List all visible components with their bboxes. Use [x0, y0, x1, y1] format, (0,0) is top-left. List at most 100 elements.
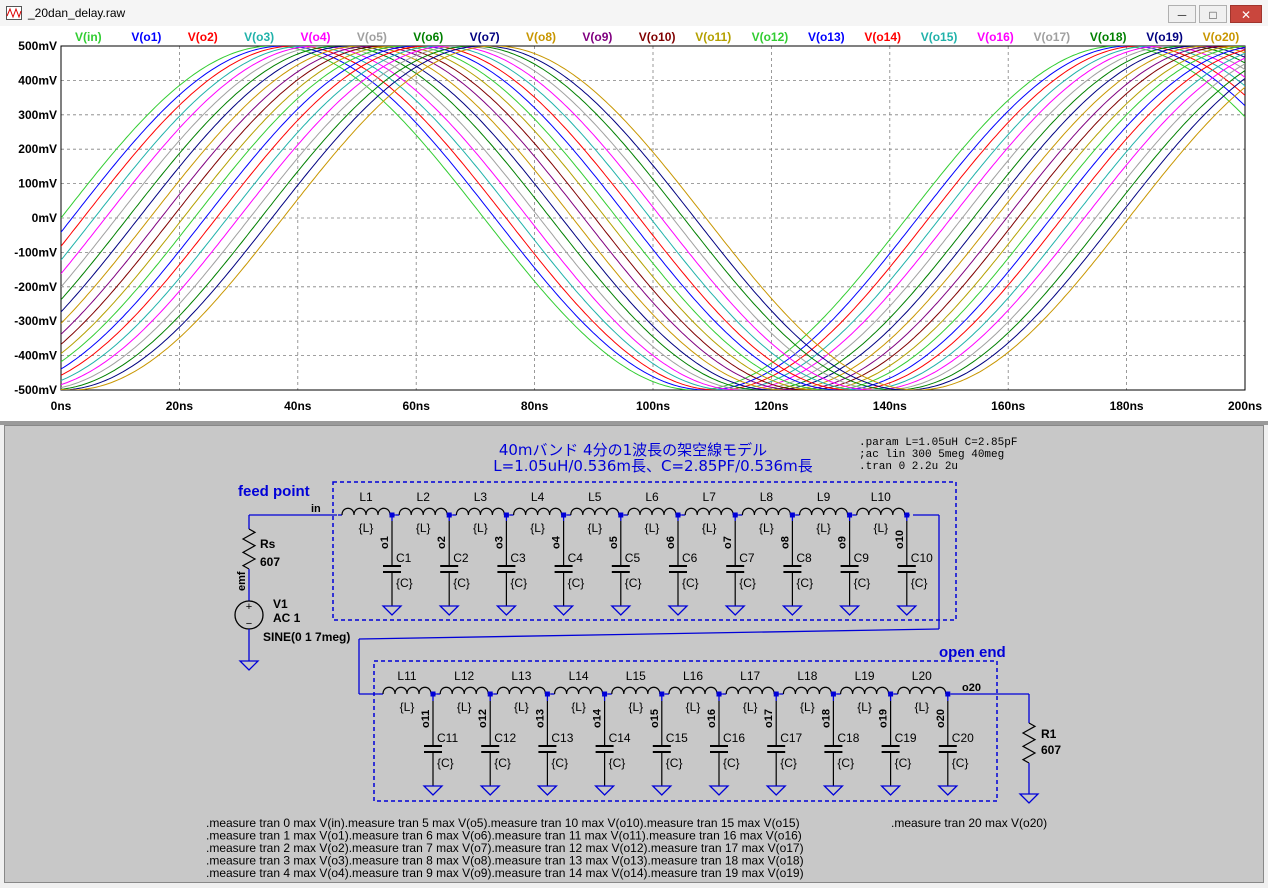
inductor-value: {L} [530, 521, 545, 535]
waveform-plot[interactable]: 0ns 20ns 40ns 60ns 80ns 100ns 120ns 140ns 160ns 1… [0, 26, 1268, 421]
x-tick-label: 100ns [636, 399, 670, 413]
minimize-button[interactable]: ─ [1168, 5, 1196, 23]
source-minus: − [246, 618, 252, 630]
node-label: o20 [935, 709, 947, 728]
legend-label[interactable]: V(o8) [526, 30, 556, 44]
capacitor-label: C3 [510, 551, 526, 565]
node-label: o8 [779, 536, 791, 549]
inductor-l7[interactable] [684, 507, 734, 516]
node-label: o15 [649, 709, 661, 728]
capacitor-label: C16 [723, 731, 745, 745]
inductor-label: L10 [871, 490, 891, 504]
inductor-l18[interactable] [782, 686, 832, 695]
rs-name: Rs [260, 537, 276, 551]
legend-label[interactable]: V(in) [75, 30, 102, 44]
inductor-label: L20 [912, 669, 932, 683]
legend-label[interactable]: V(o20) [1203, 30, 1240, 44]
ground-symbol [839, 605, 861, 616]
source-plus: + [246, 601, 252, 613]
inductor-l13[interactable] [496, 686, 546, 695]
capacitor-label: C15 [666, 731, 688, 745]
legend-label[interactable]: V(o3) [244, 30, 274, 44]
inductor-l16[interactable] [668, 686, 718, 695]
capacitor-label: C7 [739, 551, 755, 565]
schematic-canvas[interactable]: 40mバンド 4分の1波長の架空線モデルL=1.05uH/0.536m長、C=2… [5, 426, 1263, 882]
inductor-l10[interactable] [856, 507, 906, 516]
resistor-r1[interactable] [1021, 722, 1037, 764]
inductor-l15[interactable] [611, 686, 661, 695]
spice-directive: ;ac lin 300 5meg 40meg [859, 449, 1004, 461]
inductor-l1[interactable] [341, 507, 391, 516]
inductor-l17[interactable] [725, 686, 775, 695]
waveform-plot-pane[interactable]: 0ns 20ns 40ns 60ns 80ns 100ns 120ns 140ns 160ns 1… [0, 26, 1268, 421]
maximize-button[interactable]: □ [1199, 5, 1227, 23]
inductor-l5[interactable] [570, 507, 620, 516]
node-label: o13 [534, 709, 546, 728]
inductor-label: L18 [797, 669, 817, 683]
rs-value: 607 [260, 555, 280, 569]
inductor-l3[interactable] [455, 507, 505, 516]
inductor-label: L12 [454, 669, 474, 683]
inductor-l20[interactable] [897, 686, 947, 695]
x-tick-label: 80ns [521, 399, 549, 413]
source-ac: AC 1 [273, 611, 301, 625]
inductor-l4[interactable] [513, 507, 563, 516]
legend-label[interactable]: V(o16) [977, 30, 1014, 44]
legend-label[interactable]: V(o4) [301, 30, 331, 44]
capacitor-label: C11 [437, 731, 458, 745]
inductor-l14[interactable] [554, 686, 604, 695]
ground-symbol [896, 605, 918, 616]
inductor-l2[interactable] [398, 507, 448, 516]
inductor-label: L7 [703, 490, 717, 504]
legend-label[interactable]: V(o13) [808, 30, 845, 44]
node-label: o12 [477, 709, 489, 728]
capacitor-value: {C} [911, 576, 928, 590]
trace-vo16[interactable] [61, 46, 1245, 390]
inductor-l6[interactable] [627, 507, 677, 516]
inductor-label: L4 [531, 490, 545, 504]
inductor-l8[interactable] [741, 507, 791, 516]
legend-label[interactable]: V(o7) [470, 30, 500, 44]
legend-label[interactable]: V(o5) [357, 30, 387, 44]
source-sine: SINE(0 1 7meg) [263, 630, 350, 644]
legend-label[interactable]: V(o19) [1146, 30, 1183, 44]
inductor-label: L13 [511, 669, 531, 683]
x-tick-label: 200ns [1228, 399, 1262, 413]
inductor-value: {L} [514, 700, 529, 714]
inductor-value: {L} [628, 700, 643, 714]
legend-label[interactable]: V(o14) [864, 30, 901, 44]
inductor-value: {L} [800, 700, 815, 714]
inductor-l9[interactable] [799, 507, 849, 516]
resistor-rs[interactable] [241, 528, 257, 570]
ground-symbol [765, 785, 787, 796]
inductor-l19[interactable] [840, 686, 890, 695]
legend-label[interactable]: V(o6) [413, 30, 443, 44]
legend-label[interactable]: V(o12) [752, 30, 789, 44]
inductor-l11[interactable] [382, 686, 432, 695]
legend-label[interactable]: V(o15) [921, 30, 958, 44]
close-button[interactable]: ✕ [1230, 5, 1262, 23]
capacitor-value: {C} [796, 576, 813, 590]
y-tick-label: 100mV [18, 177, 57, 191]
inductor-label: L16 [683, 669, 703, 683]
ground-symbol [594, 785, 616, 796]
legend-label[interactable]: V(o2) [188, 30, 218, 44]
capacitor-value: {C} [568, 576, 585, 590]
inductor-value: {L} [571, 700, 586, 714]
schematic-pane[interactable]: 40mバンド 4分の1波長の架空線モデル L=1.05uH/0.536m長、C=2… [4, 425, 1264, 883]
feed-point-label: feed point [238, 483, 310, 500]
capacitor-value: {C} [609, 756, 626, 770]
legend-label[interactable]: V(o17) [1033, 30, 1070, 44]
inductor-l12[interactable] [439, 686, 489, 695]
capacitor-value: {C} [453, 576, 470, 590]
legend-label[interactable]: V(o1) [131, 30, 161, 44]
capacitor-label: C1 [396, 551, 412, 565]
capacitor-value: {C} [952, 756, 969, 770]
inductor-label: L2 [417, 490, 431, 504]
legend-label[interactable]: V(o11) [695, 30, 731, 44]
legend-label[interactable]: V(o9) [582, 30, 612, 44]
capacitor-label: C17 [780, 731, 802, 745]
legend-label[interactable]: V(o18) [1090, 30, 1127, 44]
legend-label[interactable]: V(o10) [639, 30, 676, 44]
capacitor-label: C8 [796, 551, 812, 565]
